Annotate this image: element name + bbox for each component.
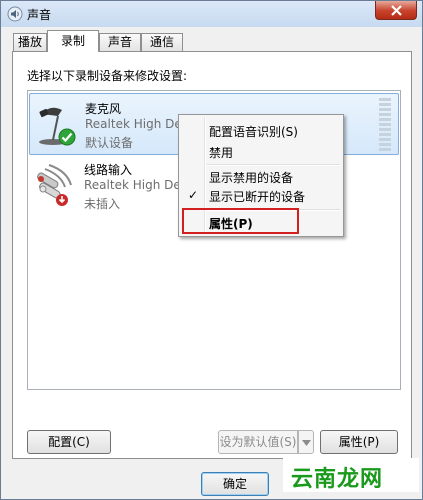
menu-item-disable[interactable]: 禁用 (209, 144, 233, 161)
recording-panel: 选择以下录制设备来修改设置: 麦克风 Realtek High Definiti… (12, 51, 412, 459)
window-title: 声音 (27, 8, 52, 22)
highlight-annotation (182, 208, 299, 234)
properties-button[interactable]: 属性(P) (320, 430, 398, 454)
device-name: 线路输入 (84, 163, 133, 177)
menu-item-configure-speech[interactable]: 配置语音识别(S) (209, 123, 298, 140)
level-meter (379, 98, 391, 152)
close-button[interactable] (375, 1, 417, 20)
menu-item-show-disabled[interactable]: 显示禁用的设备 (209, 169, 293, 186)
tab-label: 播放 (17, 35, 42, 49)
button-label: 设为默认值(S) (219, 435, 297, 449)
instruction-text: 选择以下录制设备来修改设置: (27, 69, 188, 83)
configure-button[interactable]: 配置(C) (27, 430, 111, 454)
button-label: 属性(P) (338, 435, 380, 449)
device-status: 默认设备 (85, 136, 134, 150)
device-status: 未插入 (84, 197, 121, 211)
speaker-icon (7, 6, 23, 22)
tab-playback[interactable]: 播放 (13, 33, 47, 51)
chevron-down-icon (302, 440, 311, 446)
tab-label: 通信 (149, 35, 174, 49)
watermark-logo: 云南龙网 (283, 458, 419, 492)
button-label: 确定 (222, 477, 247, 491)
set-default-button[interactable]: 设为默认值(S) (218, 430, 298, 454)
title-bar[interactable]: 声音 (1, 1, 422, 27)
menu-separator (207, 164, 340, 166)
tab-sounds[interactable]: 声音 (99, 33, 141, 51)
default-check-icon (58, 128, 76, 146)
menu-item-show-disconnected[interactable]: 显示已断开的设备 (209, 188, 305, 205)
tab-label: 声音 (107, 35, 132, 49)
ok-button[interactable]: 确定 (201, 472, 269, 496)
unplugged-icon (56, 194, 68, 206)
set-default-dropdown[interactable] (298, 430, 314, 454)
tab-label: 录制 (60, 34, 85, 48)
sound-dialog: 声音 播放 录制 声音 通信 选择以下录制设备来修改设置: 麦克风 Realte… (0, 0, 423, 500)
watermark-text: 云南龙网 (291, 467, 384, 492)
device-name: 麦克风 (85, 102, 122, 116)
tab-communications[interactable]: 通信 (141, 33, 183, 51)
tab-recording[interactable]: 录制 (47, 30, 99, 52)
button-label: 配置(C) (48, 435, 90, 449)
close-icon (391, 5, 402, 16)
check-icon: ✓ (188, 188, 199, 202)
